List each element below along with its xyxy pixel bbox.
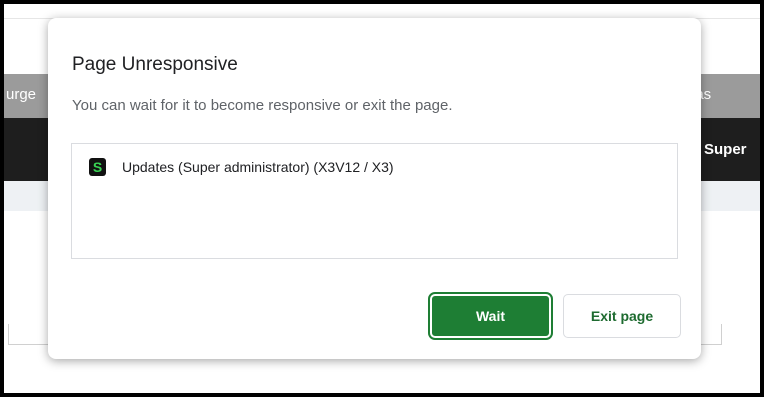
unresponsive-page-item: S Updates (Super administrator) (X3V12 /… [89, 158, 394, 176]
background-user-label: Super [704, 141, 747, 158]
page-unresponsive-dialog: Page Unresponsive You can wait for it to… [48, 18, 701, 359]
dialog-message: You can wait for it to become responsive… [72, 97, 453, 114]
page-item-label: Updates (Super administrator) (X3V12 / X… [122, 159, 394, 175]
unresponsive-page-list: S Updates (Super administrator) (X3V12 /… [71, 143, 678, 259]
wait-button[interactable]: Wait [428, 292, 553, 340]
background-top-bar [4, 4, 760, 19]
exit-page-button[interactable]: Exit page [563, 294, 681, 338]
green-s-app-icon: S [89, 158, 106, 176]
dialog-title: Page Unresponsive [72, 54, 238, 75]
background-menu-text-left: urge [6, 86, 37, 103]
browser-viewport: urge eas Super Page Unresponsive You can… [4, 4, 760, 393]
